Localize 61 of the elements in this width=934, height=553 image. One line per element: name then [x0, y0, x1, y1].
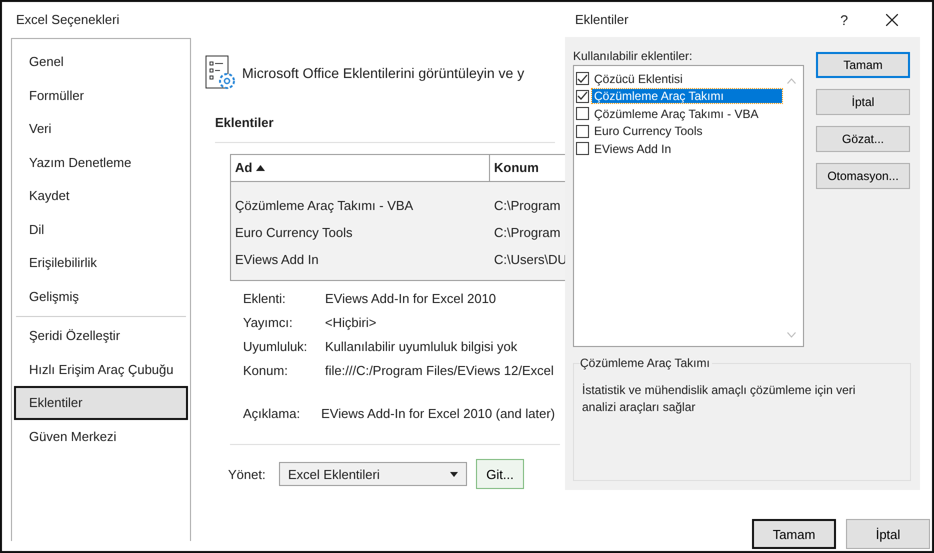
sidebar-item[interactable]: Veri: [14, 112, 188, 146]
close-icon[interactable]: [886, 14, 898, 26]
table-cell-text: C:\Users\DU: [493, 251, 567, 269]
sidebar-item[interactable]: Hızlı Erişim Araç Çubuğu: [14, 352, 188, 386]
detail-value: file:///C:/Program Files/EViews 12/Excel: [325, 362, 554, 380]
table-cell-text: C:\Program: [493, 224, 560, 242]
checkbox[interactable]: [576, 90, 589, 103]
header-text: Microsoft Office Eklentilerini görüntüleyin ve y: [242, 65, 524, 81]
sidebar-item[interactable]: Erişilebilirlik: [14, 246, 188, 280]
list-label: Kullanılabilir eklentiler:: [573, 49, 694, 63]
manage-dropdown[interactable]: Excel Eklentileri: [279, 462, 467, 486]
list-item[interactable]: Çözücü Eklentisi: [592, 72, 685, 86]
sidebar-item[interactable]: Genel: [14, 45, 188, 78]
sidebar-item[interactable]: Gelişmiş: [14, 280, 188, 313]
list-item[interactable]: EViews Add In: [592, 142, 674, 156]
sidebar-item[interactable]: Güven Merkezi: [14, 420, 188, 453]
cancel-button[interactable]: İptal: [846, 519, 930, 549]
go-button[interactable]: Git...: [476, 459, 524, 489]
detail-value: <Hiçbiri>: [325, 314, 376, 332]
sidebar-item[interactable]: Eklentiler: [14, 386, 188, 420]
dialog-title: Eklentiler: [575, 12, 630, 27]
sidebar-item[interactable]: Kaydet: [14, 179, 188, 212]
checkbox[interactable]: [576, 72, 589, 86]
list-item[interactable]: Çözümleme Araç Takımı - VBA: [592, 106, 760, 121]
dialog-button[interactable]: Gözat...: [816, 126, 910, 152]
detail-label: Uyumluluk:: [243, 338, 308, 356]
list-gear-icon: [205, 55, 237, 91]
detail-value: Kullanılabilir uyumluluk bilgisi yok: [325, 338, 518, 356]
sidebar-item[interactable]: Dil: [14, 212, 188, 246]
column-header[interactable]: Ad: [231, 155, 490, 181]
detail-label: Açıklama:: [243, 405, 302, 423]
dialog-button[interactable]: Otomasyon...: [816, 163, 910, 189]
dialog-button[interactable]: İptal: [816, 89, 910, 115]
sidebar-item[interactable]: Formüller: [14, 78, 188, 112]
sidebar-item[interactable]: Şeridi Özelleştir: [14, 319, 188, 352]
detail-label: Yayımcı:: [243, 314, 294, 332]
dialog-button[interactable]: Tamam: [816, 52, 910, 78]
window-title: Excel Seçenekleri: [16, 11, 120, 29]
detail-value: EViews Add-In for Excel 2010: [325, 290, 496, 308]
checkbox[interactable]: [576, 107, 589, 120]
help-button[interactable]: ?: [840, 12, 848, 28]
table-cell-text: EViews Add In: [234, 251, 320, 269]
table-cell-text: Çözümleme Araç Takımı - VBA: [234, 197, 414, 215]
group-description: İstatistik ve mühendislik amaçlı çözümleme için veri analizi araçları sağlar: [582, 382, 856, 416]
checkbox[interactable]: [576, 124, 589, 138]
manage-label: Yönet:: [228, 466, 267, 482]
list-item[interactable]: Çözümleme Araç Takımı: [592, 89, 782, 104]
section-title: Eklentiler: [215, 115, 275, 130]
column-header[interactable]: Konum: [490, 155, 539, 181]
sidebar-item[interactable]: Yazım Denetleme: [14, 146, 188, 179]
group-title: Çözümleme Araç Takımı: [580, 356, 712, 370]
detail-label: Konum:: [243, 362, 289, 380]
ok-button[interactable]: Tamam: [752, 519, 836, 549]
table-cell-text: C:\Program: [493, 197, 560, 215]
detail-label: Eklenti:: [243, 290, 287, 308]
detail-value: EViews Add-In for Excel 2010 (and later): [321, 405, 555, 423]
checkbox[interactable]: [576, 142, 589, 156]
table-cell-text: Euro Currency Tools: [234, 224, 354, 242]
sort-arrow-icon: [256, 165, 266, 171]
list-item[interactable]: Euro Currency Tools: [592, 124, 704, 138]
caret-icon: [450, 472, 458, 476]
